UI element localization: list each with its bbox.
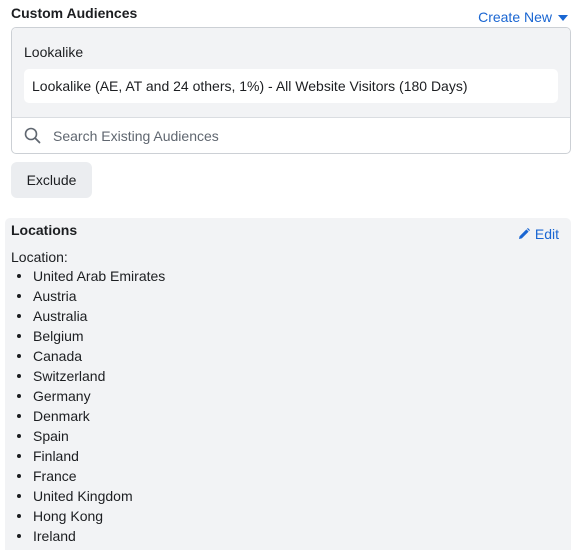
bullet-icon — [17, 454, 21, 458]
bullet-icon — [17, 354, 21, 358]
location-name: France — [33, 468, 77, 484]
list-item: United Kingdom — [15, 486, 165, 506]
list-item: Finland — [15, 446, 165, 466]
pencil-icon — [518, 228, 530, 240]
audience-group-label: Lookalike — [24, 44, 84, 60]
search-audiences-input[interactable] — [51, 126, 535, 145]
location-list: United Arab Emirates Austria Australia B… — [15, 266, 165, 546]
list-item: Germany — [15, 386, 165, 406]
location-name: United Arab Emirates — [33, 268, 166, 284]
bullet-icon — [17, 274, 21, 278]
custom-audiences-title: Custom Audiences — [11, 5, 138, 21]
audience-search[interactable] — [12, 117, 570, 153]
location-name: Belgium — [33, 328, 84, 344]
bullet-icon — [17, 374, 21, 378]
bullet-icon — [17, 414, 21, 418]
location-name: United Kingdom — [33, 488, 133, 504]
location-name: Canada — [33, 348, 83, 364]
list-item: Australia — [15, 306, 165, 326]
list-item: Austria — [15, 286, 165, 306]
bullet-icon — [17, 494, 21, 498]
edit-label: Edit — [534, 226, 559, 242]
location-name: Ireland — [33, 528, 76, 544]
location-label: Location: — [11, 249, 68, 265]
location-name: Germany — [33, 388, 91, 404]
bullet-icon — [17, 534, 21, 538]
bullet-icon — [17, 334, 21, 338]
list-item: Ireland — [15, 526, 165, 546]
selected-audience-chip[interactable]: Lookalike (AE, AT and 24 others, 1%) - A… — [24, 69, 558, 103]
locations-panel: Locations Edit Location: United Arab Emi… — [5, 218, 571, 550]
list-item: Spain — [15, 426, 165, 446]
location-name: Spain — [33, 428, 69, 444]
list-item: United Arab Emirates — [15, 266, 165, 286]
bullet-icon — [17, 514, 21, 518]
create-new-label: Create New — [478, 9, 552, 25]
location-name: Austria — [33, 288, 77, 304]
location-name: Switzerland — [33, 368, 106, 384]
bullet-icon — [17, 434, 21, 438]
list-item: France — [15, 466, 165, 486]
locations-title: Locations — [11, 222, 78, 238]
selected-audience-name: Lookalike (AE, AT and 24 others, 1%) - A… — [32, 78, 468, 94]
list-item: Canada — [15, 346, 165, 366]
location-name: Finland — [33, 448, 79, 464]
location-name: Australia — [33, 308, 88, 324]
bullet-icon — [17, 394, 21, 398]
bullet-icon — [17, 294, 21, 298]
search-icon — [24, 127, 41, 144]
audience-selected-panel: Lookalike Lookalike (AE, AT and 24 other… — [12, 28, 570, 117]
create-new-button[interactable]: Create New — [478, 9, 568, 25]
bullet-icon — [17, 474, 21, 478]
location-name: Hong Kong — [33, 508, 104, 524]
location-name: Denmark — [33, 408, 90, 424]
list-item: Belgium — [15, 326, 165, 346]
audience-selector: Lookalike Lookalike (AE, AT and 24 other… — [11, 27, 571, 154]
list-item: Switzerland — [15, 366, 165, 386]
list-item: Hong Kong — [15, 506, 165, 526]
edit-locations-link[interactable]: Edit — [518, 226, 559, 242]
caret-down-icon — [558, 15, 568, 21]
exclude-button[interactable]: Exclude — [11, 162, 92, 198]
bullet-icon — [17, 314, 21, 318]
list-item: Denmark — [15, 406, 165, 426]
